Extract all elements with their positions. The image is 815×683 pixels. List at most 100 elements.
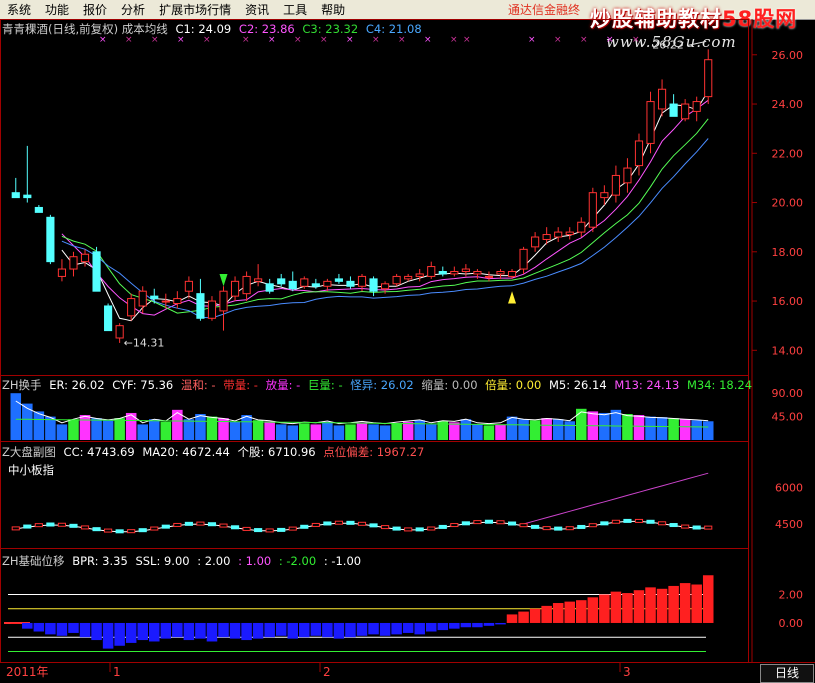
basis-bar-43 (506, 614, 518, 623)
main-chart-header: 青青稞酒(日线,前复权) 成本均线 C1: 24.09 C2: 23.86 C3… (2, 21, 426, 37)
turnover-title: ZH换手 (2, 378, 42, 392)
market-candle-44 (519, 523, 528, 528)
market-candle-27 (323, 521, 332, 526)
basis-title: ZH基础位移 (2, 554, 65, 568)
market-header: Z大盘副图 CC: 4743.69 MA20: 4672.44 个股: 6710… (2, 444, 428, 460)
turnover-bar-4 (56, 424, 68, 440)
market-candle-38 (450, 523, 459, 528)
turnover-bar-1 (22, 403, 33, 440)
candle-body-26 (311, 283, 320, 287)
price-tick-6: 14.00 (772, 344, 804, 357)
market-candle-47 (554, 526, 563, 531)
basis-bar-24 (287, 622, 299, 639)
basis-bar-27 (322, 622, 333, 638)
market-candle-24 (288, 526, 297, 531)
m13-value: M13: 24.13 (614, 378, 680, 392)
candle-body-40 (473, 270, 482, 275)
market-candle-9 (115, 529, 124, 534)
basis-bar-44 (518, 611, 529, 623)
market-candle-21 (254, 528, 263, 533)
turnover-bar-32 (379, 425, 391, 440)
basis-bar-54 (633, 590, 645, 623)
turnover-bar-36 (425, 424, 437, 440)
turnover-bar-5 (68, 419, 79, 440)
market-candle-43 (507, 521, 517, 526)
candle-body-33 (392, 275, 401, 285)
market-candle-8 (104, 528, 113, 533)
turnover-bar-29 (345, 424, 356, 440)
candle-body-11 (138, 290, 147, 307)
panel-frame-0 (0, 19, 749, 376)
turnover-bar-41 (483, 425, 495, 440)
candle-body-31 (369, 278, 378, 292)
basis-bar-51 (599, 594, 610, 623)
candle-body-12 (150, 295, 159, 300)
candle-body-51 (600, 192, 609, 199)
volume-value: 放量: - (265, 378, 301, 392)
basis-bar-29 (345, 622, 356, 638)
candle-body-5 (69, 256, 78, 270)
candle-body-29 (346, 280, 355, 287)
turnover-bar-21 (252, 420, 264, 440)
turnover-bar-47 (552, 419, 564, 440)
market-candle-54 (634, 518, 644, 523)
c2-value: C2: 23.86 (238, 22, 295, 36)
basis-bar-35 (414, 622, 425, 635)
candle-body-16 (196, 293, 205, 319)
time-month-label-0: 1 (113, 665, 121, 679)
turnover-bar-17 (206, 416, 218, 440)
high-price-arrow (688, 40, 707, 46)
price-tick-3: 20.00 (772, 197, 804, 210)
market-title: Z大盘副图 (2, 445, 56, 459)
candle-body-14 (173, 298, 182, 305)
basis-bar-50 (587, 597, 599, 623)
period-tab[interactable]: 日线 (760, 664, 814, 683)
chart-canvas[interactable]: 26.0024.0022.0020.0018.0016.0014.0026.22… (0, 0, 815, 681)
candle-body-59 (692, 101, 701, 112)
candle-body-55 (646, 101, 655, 144)
candle-body-22 (265, 283, 274, 292)
market-tick-1: 4500 (775, 518, 803, 531)
turnover-bar-26 (310, 424, 322, 440)
candle-body-35 (415, 273, 424, 277)
candle-body-32 (381, 283, 390, 290)
candle-body-41 (484, 275, 494, 278)
basis-bar-14 (172, 622, 183, 638)
market-candle-29 (346, 520, 355, 525)
basis-bar-11 (137, 622, 148, 641)
m5-value: M5: 26.14 (548, 378, 607, 392)
turnover-bar-7 (91, 418, 102, 440)
turnover-bar-0 (10, 393, 22, 440)
mild-value: 温和: - (180, 378, 216, 392)
market-candle-35 (415, 527, 424, 532)
turnover-bar-24 (287, 425, 299, 440)
sell-signal-marker (219, 273, 228, 287)
candle-body-52 (611, 174, 620, 196)
basis-bar-57 (668, 585, 679, 623)
candle-body-54 (634, 140, 644, 167)
time-month-label-1: 2 (323, 665, 331, 679)
market-candle-45 (531, 524, 540, 529)
market-candle-40 (473, 520, 482, 525)
turnover-bar-20 (241, 415, 252, 440)
candle-body-18 (219, 290, 228, 312)
market-candle-46 (542, 526, 551, 531)
basis-bar-39 (460, 622, 472, 628)
main-chart-title: 青青稞酒(日线,前复权) 成本均线 (2, 22, 168, 36)
candle-body-45 (531, 236, 540, 248)
buy-signal-marker (508, 291, 517, 304)
market-candle-58 (681, 524, 690, 529)
er-value: ER: 26.02 (49, 378, 105, 392)
marker-x-19: × (632, 35, 640, 45)
market-candle-51 (600, 521, 609, 526)
market-candle-42 (496, 520, 505, 525)
turnover-bar-11 (137, 424, 148, 440)
turnover-header: ZH换手 ER: 26.02 CYF: 75.36 温和: - 带量: - 放量… (2, 377, 756, 393)
shrink-value: 缩量: 0.00 (421, 378, 478, 392)
turnover-bar-33 (391, 423, 402, 440)
market-candle-32 (381, 525, 390, 530)
odd-value: 怪异: 26.02 (350, 378, 414, 392)
market-candle-17 (207, 522, 217, 527)
turnover-bar-2 (33, 411, 45, 440)
basis-bar-22 (264, 622, 275, 638)
